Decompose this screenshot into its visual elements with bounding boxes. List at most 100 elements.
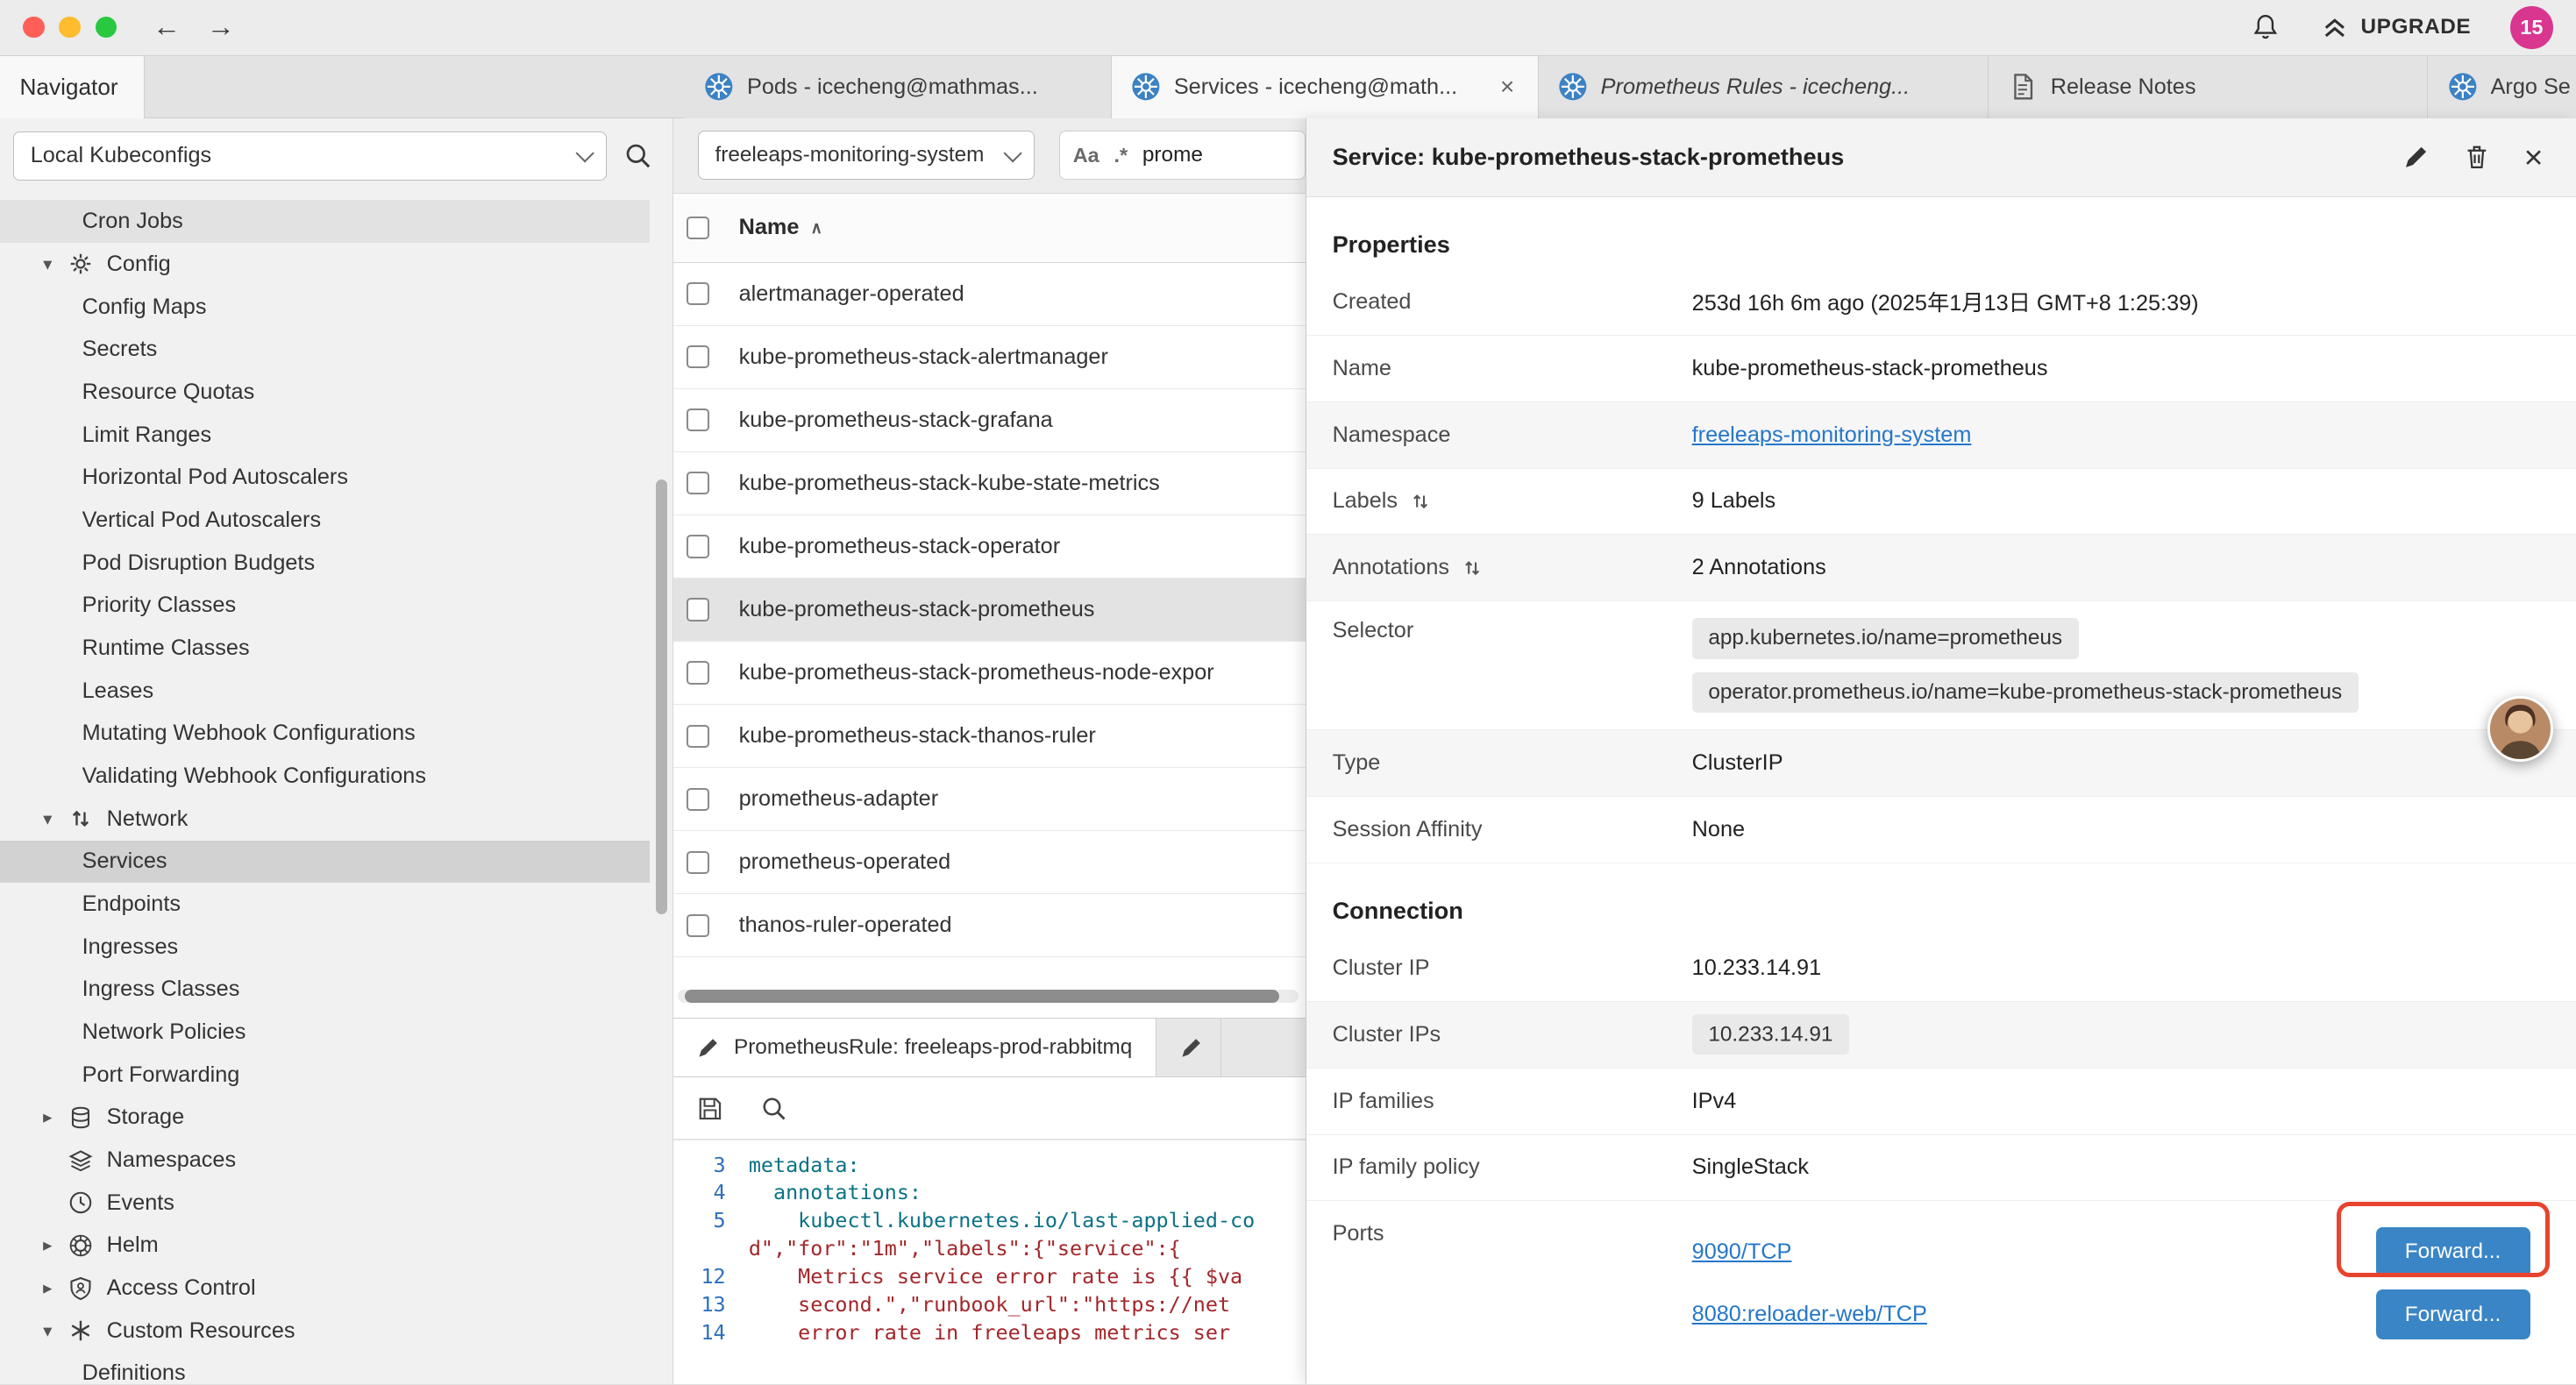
namespace-link[interactable]: freeleaps-monitoring-system	[1692, 423, 1972, 447]
row-checkbox[interactable]	[687, 788, 709, 811]
sidebar-item-label: Ingresses	[82, 934, 179, 960]
match-case-toggle[interactable]: Aa	[1073, 144, 1099, 167]
sidebar-scrollbar[interactable]	[656, 479, 667, 914]
search-icon[interactable]	[623, 141, 653, 171]
events-clock-icon	[68, 1190, 94, 1216]
sidebar-item-custom-resources[interactable]: ▾ Custom Resources	[0, 1310, 650, 1353]
row-checkbox[interactable]	[687, 598, 709, 621]
close-tab-icon[interactable]: ×	[1497, 73, 1518, 101]
upgrade-button[interactable]: UPGRADE	[2320, 12, 2471, 42]
sidebar-item-label: Priority Classes	[82, 593, 237, 618]
sidebar-item-helm[interactable]: ▸ Helm	[0, 1225, 650, 1268]
sidebar-item-horizontal-pod-autoscalers[interactable]: Horizontal Pod Autoscalers	[0, 456, 650, 499]
tab-pods[interactable]: Pods - icecheng@mathmas...	[685, 56, 1112, 118]
tab-release-notes[interactable]: Release Notes	[1989, 56, 2429, 118]
chevron-down-icon: ▾	[36, 1320, 59, 1342]
property-row-ports: Ports 9090/TCP Forward... 8080:reloader-…	[1306, 1201, 2576, 1346]
maximize-window-button[interactable]	[96, 17, 117, 38]
notifications-bell-icon[interactable]	[2251, 12, 2281, 42]
dock-tab-next[interactable]	[1156, 1019, 1222, 1076]
sidebar-item-pod-disruption-budgets[interactable]: Pod Disruption Budgets	[0, 542, 650, 585]
sidebar-item-services[interactable]: Services	[0, 841, 650, 884]
property-label: Session Affinity	[1333, 817, 1692, 842]
sidebar-item-config-maps[interactable]: Config Maps	[0, 286, 650, 329]
sidebar-item-network-policies[interactable]: Network Policies	[0, 1011, 650, 1054]
regex-toggle[interactable]: .*	[1114, 144, 1128, 167]
back-button[interactable]: ←	[153, 13, 181, 41]
table-search-input[interactable]: Aa .* prome	[1059, 131, 1306, 180]
sidebar-item-label: Horizontal Pod Autoscalers	[82, 465, 348, 490]
sidebar-item-network[interactable]: ▾ Network	[0, 798, 650, 841]
sidebar-item-port-forwarding[interactable]: Port Forwarding	[0, 1054, 650, 1097]
sidebar-item-definitions[interactable]: Definitions	[0, 1353, 650, 1384]
search-icon[interactable]	[760, 1095, 788, 1123]
app-window: ← → UPGRADE 15 Navigator Pods - icecheng…	[0, 0, 2576, 1384]
row-checkbox[interactable]	[687, 725, 709, 748]
notification-count-badge[interactable]: 15	[2510, 6, 2553, 49]
sidebar-item-leases[interactable]: Leases	[0, 670, 650, 713]
sidebar-item-ingresses[interactable]: Ingresses	[0, 926, 650, 969]
sidebar-item-label: Validating Webhook Configurations	[82, 764, 426, 789]
sidebar-item-validating-webhook-configurations[interactable]: Validating Webhook Configurations	[0, 755, 650, 798]
sidebar-item-runtime-classes[interactable]: Runtime Classes	[0, 627, 650, 670]
tab-argo[interactable]: Argo Se	[2428, 56, 2576, 118]
avatar[interactable]	[2487, 696, 2553, 762]
trash-icon[interactable]	[2463, 143, 2491, 171]
row-checkbox[interactable]	[687, 851, 709, 874]
namespace-selector[interactable]: freeleaps-monitoring-system	[698, 131, 1035, 180]
selector-chip: app.kubernetes.io/name=prometheus	[1692, 618, 2079, 659]
sidebar-item-storage[interactable]: ▸ Storage	[0, 1097, 650, 1140]
row-checkbox[interactable]	[687, 345, 709, 368]
sidebar-item-resource-quotas[interactable]: Resource Quotas	[0, 371, 650, 414]
minimize-window-button[interactable]	[59, 17, 80, 38]
row-checkbox[interactable]	[687, 535, 709, 558]
sidebar-item-priority-classes[interactable]: Priority Classes	[0, 584, 650, 627]
row-checkbox[interactable]	[687, 914, 709, 937]
select-all-checkbox[interactable]	[687, 217, 709, 239]
sidebar-item-vertical-pod-autoscalers[interactable]: Vertical Pod Autoscalers	[0, 499, 650, 542]
property-label: IP families	[1333, 1089, 1692, 1114]
row-checkbox[interactable]	[687, 661, 709, 684]
sidebar-item-namespaces[interactable]: Namespaces	[0, 1139, 650, 1182]
forward-button[interactable]: Forward...	[2376, 1289, 2530, 1339]
close-icon[interactable]: ×	[2524, 141, 2544, 174]
port-link[interactable]: 8080:reloader-web/TCP	[1692, 1302, 1927, 1327]
property-row-annotations: Annotations 2 Annotations	[1306, 535, 2576, 601]
expand-collapse-icon[interactable]	[1409, 490, 1432, 513]
tab-navigator[interactable]: Navigator	[0, 56, 145, 118]
edit-icon[interactable]	[2402, 143, 2430, 171]
line-number	[673, 1235, 749, 1263]
property-row-cluster-ips: Cluster IPs 10.233.14.91	[1306, 1002, 2576, 1069]
navigator-sidebar: Local Kubeconfigs Cron Jobs ▾ Config Con…	[0, 118, 673, 1384]
tab-services[interactable]: Services - icecheng@math... ×	[1112, 56, 1539, 118]
sidebar-item-secrets[interactable]: Secrets	[0, 328, 650, 371]
drawer-title: Service: kube-prometheus-stack-prometheu…	[1333, 143, 1845, 171]
access-control-icon	[68, 1275, 94, 1302]
kubeconfig-selector[interactable]: Local Kubeconfigs	[13, 131, 607, 181]
sidebar-item-limit-ranges[interactable]: Limit Ranges	[0, 414, 650, 457]
tab-label: Services - icecheng@math...	[1174, 75, 1457, 100]
horizontal-scrollbar[interactable]	[678, 990, 1299, 1003]
sidebar-item-events[interactable]: Events	[0, 1182, 650, 1225]
scrollbar-thumb[interactable]	[685, 990, 1279, 1003]
sidebar-item-mutating-webhook-configurations[interactable]: Mutating Webhook Configurations	[0, 713, 650, 756]
sidebar-item-ingress-classes[interactable]: Ingress Classes	[0, 969, 650, 1012]
sidebar-item-config[interactable]: ▾ Config	[0, 243, 650, 286]
sidebar-item-access-control[interactable]: ▸ Access Control	[0, 1267, 650, 1310]
close-window-button[interactable]	[23, 17, 44, 38]
save-icon[interactable]	[696, 1095, 724, 1123]
name-column-header[interactable]: Name ∧	[739, 215, 823, 240]
row-checkbox[interactable]	[687, 282, 709, 305]
row-checkbox[interactable]	[687, 472, 709, 494]
dock-tab-prometheusrule[interactable]: PrometheusRule: freeleaps-prod-rabbitmq	[673, 1019, 1156, 1076]
port-link[interactable]: 9090/TCP	[1692, 1239, 1792, 1265]
forward-button[interactable]: →	[207, 13, 235, 41]
sidebar-item-cron-jobs[interactable]: Cron Jobs	[0, 200, 650, 243]
property-row-selector: Selector app.kubernetes.io/name=promethe…	[1306, 601, 2576, 730]
forward-button[interactable]: Forward...	[2376, 1227, 2530, 1276]
row-checkbox[interactable]	[687, 408, 709, 431]
expand-collapse-icon[interactable]	[1461, 557, 1484, 579]
sidebar-item-endpoints[interactable]: Endpoints	[0, 883, 650, 926]
property-value: IPv4	[1692, 1089, 2550, 1114]
tab-prometheus-rules[interactable]: Prometheus Rules - icecheng...	[1539, 56, 1989, 118]
